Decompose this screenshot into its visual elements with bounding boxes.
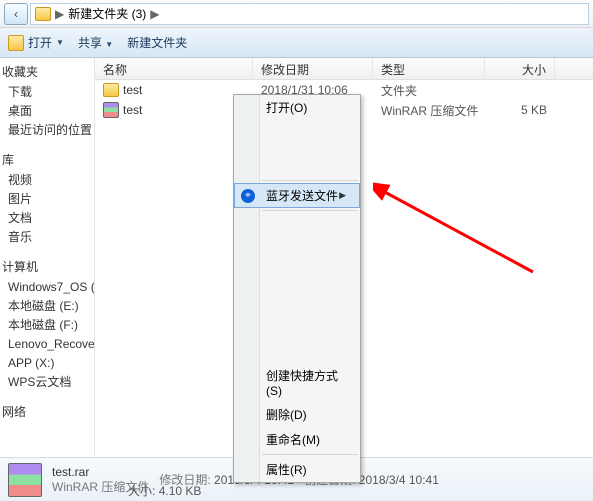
sidebar-item-app-x[interactable]: APP (X:) — [0, 354, 94, 373]
open-label: 打开 — [28, 34, 52, 51]
chevron-right-icon: ▶ — [339, 190, 346, 201]
breadcrumb[interactable]: ▶ 新建文件夹 (3) ▶ — [30, 3, 589, 25]
address-bar: ‹ ▶ 新建文件夹 (3) ▶ — [0, 0, 593, 28]
sidebar-group-favorites[interactable]: 收藏夹 — [0, 62, 94, 83]
file-name: test — [123, 83, 142, 97]
share-button[interactable]: 共享 ▼ — [78, 34, 113, 51]
menu-open[interactable]: 打开(O) — [234, 95, 360, 120]
sidebar-item-downloads[interactable]: 下载 — [0, 83, 94, 102]
menu-properties[interactable]: 属性(R) — [234, 457, 360, 482]
chevron-down-icon: ▼ — [56, 38, 64, 47]
detail-created: 2018/3/4 10:41 — [359, 473, 439, 487]
open-button[interactable]: 打开 ▼ — [8, 34, 64, 51]
sidebar-item-drive-c[interactable]: Windows7_OS (C:) — [0, 278, 94, 297]
menu-rename[interactable]: 重命名(M) — [234, 427, 360, 452]
sidebar-item-documents[interactable]: 文档 — [0, 209, 94, 228]
sidebar-item-desktop[interactable]: 桌面 — [0, 102, 94, 121]
detail-size-row: 大小: 4.10 KB — [128, 482, 201, 499]
detail-filename: test.rar — [52, 465, 149, 480]
folder-icon — [35, 7, 51, 21]
sidebar-item-drive-e[interactable]: 本地磁盘 (E:) — [0, 297, 94, 316]
sidebar-item-videos[interactable]: 视频 — [0, 171, 94, 190]
nav-back-button[interactable]: ‹ — [4, 3, 28, 25]
breadcrumb-folder[interactable]: 新建文件夹 (3) — [68, 5, 146, 22]
column-type[interactable]: 类型 — [373, 58, 485, 79]
rar-icon — [103, 102, 119, 118]
column-headers: 名称 修改日期 类型 大小 — [95, 58, 593, 80]
file-name: test — [123, 103, 142, 117]
file-size: 5 KB — [485, 103, 555, 117]
sidebar-item-recovery[interactable]: Lenovo_Recovery ( — [0, 335, 94, 354]
folder-icon — [103, 83, 119, 97]
sidebar-item-music[interactable]: 音乐 — [0, 228, 94, 247]
chevron-down-icon: ▼ — [105, 40, 113, 49]
sidebar: 收藏夹 下载 桌面 最近访问的位置 库 视频 图片 文档 音乐 计算机 Wind… — [0, 58, 95, 458]
sidebar-item-recent[interactable]: 最近访问的位置 — [0, 121, 94, 140]
menu-bluetooth-send[interactable]: ⌖ 蓝牙发送文件 ▶ — [234, 183, 360, 208]
share-label: 共享 — [78, 36, 102, 50]
sidebar-item-pictures[interactable]: 图片 — [0, 190, 94, 209]
menu-shortcut[interactable]: 创建快捷方式(S) — [234, 363, 360, 402]
column-date[interactable]: 修改日期 — [253, 58, 373, 79]
bluetooth-icon: ⌖ — [241, 189, 255, 203]
context-menu: 打开(O) ⌖ 蓝牙发送文件 ▶ 创建快捷方式(S) 删除(D) 重命名(M) … — [233, 94, 361, 483]
annotation-arrow — [373, 182, 543, 282]
menu-delete[interactable]: 删除(D) — [234, 402, 360, 427]
file-type: 文件夹 — [373, 82, 485, 99]
file-list: 名称 修改日期 类型 大小 test 2018/1/31 10:06 文件夹 t… — [95, 58, 593, 458]
column-name[interactable]: 名称 — [95, 58, 253, 79]
toolbar: 打开 ▼ 共享 ▼ 新建文件夹 — [0, 28, 593, 58]
file-type: WinRAR 压缩文件 — [373, 102, 485, 119]
sidebar-item-wps-cloud[interactable]: WPS云文档 — [0, 373, 94, 392]
open-icon — [8, 35, 24, 51]
new-folder-button[interactable]: 新建文件夹 — [127, 34, 187, 51]
sidebar-group-libraries[interactable]: 库 — [0, 150, 94, 171]
rar-icon — [8, 463, 42, 497]
sidebar-group-network[interactable]: 网络 — [0, 402, 94, 423]
sidebar-group-computer[interactable]: 计算机 — [0, 257, 94, 278]
chevron-right-icon: ▶ — [55, 7, 64, 21]
chevron-right-icon: ▶ — [150, 7, 159, 21]
sidebar-item-drive-f[interactable]: 本地磁盘 (F:) — [0, 316, 94, 335]
column-size[interactable]: 大小 — [485, 58, 555, 79]
